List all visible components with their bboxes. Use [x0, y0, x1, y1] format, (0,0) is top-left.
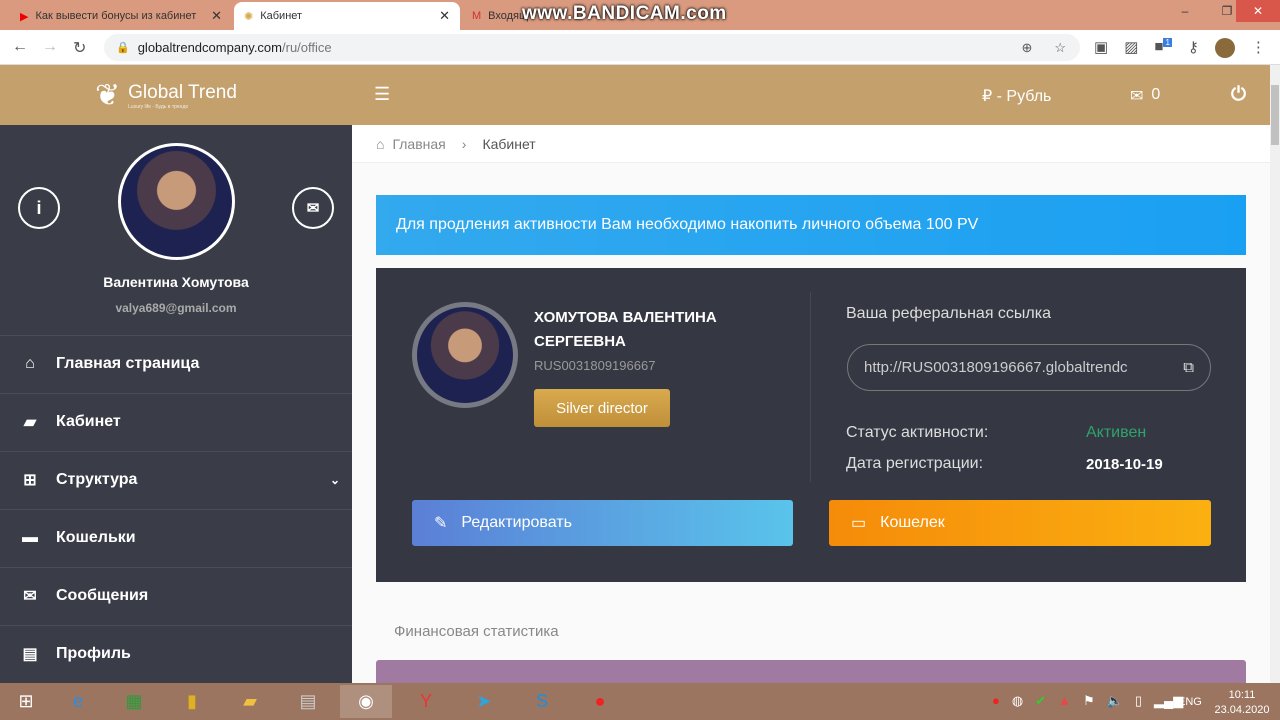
- user-id: RUS0031809196667: [534, 358, 656, 373]
- sidebar: i ✉ Валентина Хомутова valya689@gmail.co…: [0, 125, 352, 683]
- sitemap-icon: ⊞: [23, 472, 37, 489]
- extension-icon[interactable]: ▣: [1094, 38, 1108, 58]
- battery-icon[interactable]: ▯: [1135, 693, 1142, 709]
- edit-button[interactable]: ✎ Редактировать: [412, 500, 793, 546]
- id-card-icon: ▤: [22, 646, 38, 663]
- record-icon[interactable]: ●: [992, 693, 1000, 709]
- flag-icon[interactable]: ⚑: [1083, 693, 1095, 709]
- sidebar-item-wallets[interactable]: ▬ Кошельки: [0, 509, 352, 566]
- briefcase-icon: ▰: [23, 414, 37, 431]
- app-icon[interactable]: ▮: [166, 685, 218, 718]
- sidebar-item-messages[interactable]: ✉ Сообщения: [0, 567, 352, 624]
- key-icon[interactable]: ⚷: [1188, 38, 1199, 58]
- full-name: ХОМУТОВА ВАЛЕНТИНА СЕРГЕЕВНА: [534, 309, 717, 350]
- sidebar-toggle-icon[interactable]: ☰: [374, 84, 390, 105]
- tab-youtube[interactable]: ▶ Как вывести бонусы из кабинет ✕: [10, 2, 232, 30]
- profile-card: ХОМУТОВА ВАЛЕНТИНА СЕРГЕЕВНА RUS003180919…: [376, 268, 1246, 582]
- system-tray: ● ◍ ✔ ▲ ⚑ 🔈 ▯ ▂▄▆: [992, 693, 1183, 709]
- chrome-icon[interactable]: ◉: [340, 685, 392, 718]
- back-icon[interactable]: ←: [12, 38, 28, 56]
- logo-leaf-icon: ❦: [95, 79, 121, 112]
- envelope-icon: ✉: [1130, 88, 1144, 105]
- lock-icon: 🔒: [116, 42, 130, 54]
- wallet-button[interactable]: ▭ Кошелек: [829, 500, 1211, 546]
- messages-button[interactable]: ✉ 0: [1130, 86, 1160, 106]
- globaltrend-icon: ✺: [244, 10, 254, 23]
- zoom-icon[interactable]: ⊕: [1021, 40, 1032, 56]
- calculator-icon[interactable]: ▤: [282, 685, 334, 718]
- user-name: Валентина Хомутова: [103, 274, 249, 290]
- user-edit-icon: ✎: [434, 515, 448, 532]
- envelope-icon[interactable]: ✉: [292, 187, 334, 229]
- sidebar-item-home[interactable]: ⌂ Главная страница: [0, 335, 352, 392]
- envelope-icon: ✉: [23, 588, 37, 605]
- skype-icon[interactable]: S: [516, 685, 568, 718]
- home-icon: ⌂: [376, 135, 385, 152]
- home-icon: ⌂: [25, 355, 35, 372]
- registration-date: 2018-10-19: [1086, 456, 1163, 473]
- avatar: [118, 143, 235, 260]
- minimize-button[interactable]: –: [1170, 0, 1200, 22]
- sidebar-item-profile[interactable]: ▤ Профиль: [0, 625, 352, 682]
- copy-icon[interactable]: ⧉: [1183, 359, 1194, 376]
- excel-icon[interactable]: ▦: [108, 685, 160, 718]
- close-tab-icon[interactable]: ✕: [439, 8, 450, 24]
- star-icon[interactable]: ☆: [1054, 40, 1066, 56]
- wallet-icon: ▭: [851, 515, 867, 532]
- activity-alert: Для продления активности Вам необходимо …: [376, 195, 1246, 255]
- package-extension-icon[interactable]: ■ 1: [1154, 38, 1172, 58]
- close-window-button[interactable]: ✕: [1236, 0, 1280, 22]
- currency-selector[interactable]: ₽ - Рубль: [982, 86, 1051, 106]
- clock[interactable]: 10:11 23.04.2020: [1212, 688, 1272, 718]
- breadcrumb-home[interactable]: Главная: [392, 136, 445, 152]
- telegram-icon[interactable]: ➤: [458, 685, 510, 718]
- ie-icon[interactable]: e: [52, 685, 104, 718]
- reload-icon[interactable]: ↻: [73, 38, 86, 58]
- logo[interactable]: ❦ Global Trend Luxury life - Будь в тренд…: [95, 78, 237, 113]
- status-value: Активен: [1086, 424, 1147, 441]
- info-icon[interactable]: i: [18, 187, 60, 229]
- start-icon[interactable]: ⊞: [0, 685, 52, 718]
- image-extension-icon[interactable]: ▨: [1124, 38, 1138, 58]
- yandex-icon[interactable]: Y: [400, 685, 452, 718]
- section-title: Финансовая статистика: [394, 623, 559, 640]
- referral-label: Ваша реферальная ссылка: [846, 305, 1052, 322]
- rank-badge: Silver director: [534, 389, 670, 427]
- sidebar-item-structure[interactable]: ⊞ Структура ⌄: [0, 451, 352, 508]
- profile-avatar[interactable]: [1214, 38, 1235, 58]
- scrollbar[interactable]: [1270, 65, 1280, 683]
- finance-stats-panel: [376, 660, 1246, 683]
- user-email: valya689@gmail.com: [115, 301, 237, 315]
- url-input[interactable]: 🔒 globaltrendcompany.com/ru/office ⊕ ☆: [104, 34, 1080, 61]
- referral-link-field[interactable]: http://RUS0031809196667.globaltrendc ⧉: [847, 344, 1211, 391]
- network-app-icon[interactable]: ◍: [1012, 693, 1023, 709]
- watermark: www.BANDICAM.com: [522, 3, 727, 24]
- warning-icon[interactable]: ▲: [1058, 693, 1071, 709]
- bandicam-icon[interactable]: ●: [574, 685, 626, 718]
- close-tab-icon[interactable]: ✕: [211, 8, 222, 24]
- credit-card-icon: ▬: [22, 529, 38, 546]
- youtube-icon: ▶: [20, 10, 29, 23]
- chevron-down-icon: ⌄: [329, 473, 340, 487]
- gmail-icon: M: [472, 10, 482, 22]
- explorer-icon[interactable]: ▰: [224, 685, 276, 718]
- check-icon[interactable]: ✔: [1035, 693, 1046, 709]
- profile-avatar-large: [412, 302, 518, 408]
- tab-cabinet[interactable]: ✺ Кабинет ✕: [234, 2, 460, 30]
- volume-icon[interactable]: 🔈: [1107, 693, 1123, 709]
- forward-icon[interactable]: →: [42, 38, 58, 56]
- menu-dots-icon[interactable]: ⋮: [1251, 38, 1266, 58]
- language-indicator[interactable]: ENG: [1178, 696, 1202, 708]
- breadcrumb: ⌂ Главная › Кабинет: [352, 125, 1270, 163]
- power-icon[interactable]: ⏻: [1231, 84, 1246, 106]
- sidebar-item-cabinet[interactable]: ▰ Кабинет: [0, 393, 352, 450]
